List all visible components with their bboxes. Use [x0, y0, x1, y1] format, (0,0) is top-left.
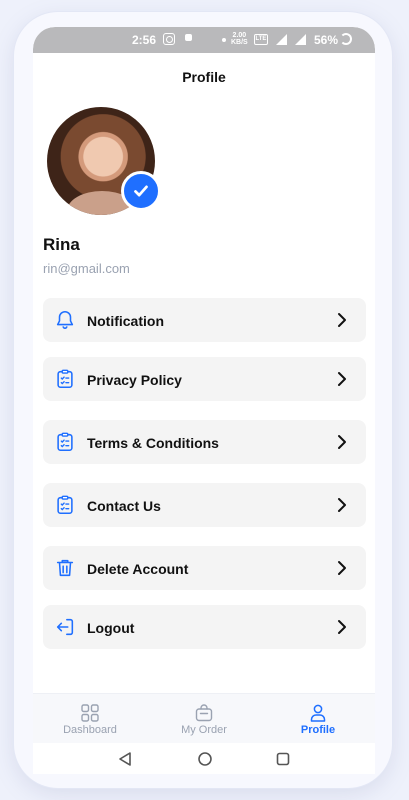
logout-icon [56, 618, 74, 636]
home-icon[interactable] [197, 751, 213, 767]
recents-icon[interactable] [275, 751, 291, 767]
tab-profile[interactable]: Profile [261, 694, 375, 744]
chevron-right-icon [338, 435, 346, 449]
instagram-notification-icon [163, 33, 175, 45]
verified-badge-icon [121, 171, 161, 211]
back-icon[interactable] [117, 751, 133, 767]
network-speed: 2.00 KB/S [231, 32, 248, 46]
battery-icon [340, 33, 352, 45]
menu-item-label: Logout [87, 620, 135, 636]
menu-item-notification[interactable]: Notification [43, 298, 366, 342]
menu-item-label: Terms & Conditions [87, 435, 219, 451]
chevron-right-icon [338, 313, 346, 327]
menu-item-label: Delete Account [87, 561, 189, 577]
dot-icon [222, 38, 226, 42]
chevron-right-icon [338, 620, 346, 634]
tab-dashboard[interactable]: Dashboard [33, 694, 147, 744]
menu-item-label: Privacy Policy [87, 372, 182, 388]
menu-item-label: Contact Us [87, 498, 161, 514]
volte-icon: LTE [254, 34, 268, 45]
tab-label: My Order [181, 724, 227, 736]
status-time: 2:56 [132, 33, 157, 47]
app-screen: 2:56 2.00 KB/S LTE 56% Profile Rina rin@g… [33, 27, 375, 774]
menu-item-label: Notification [87, 313, 164, 329]
battery-percent: 56% [314, 33, 339, 47]
clipboard-list-icon [57, 495, 73, 515]
trash-icon [56, 559, 74, 577]
menu-item-logout[interactable]: Logout [43, 605, 366, 649]
grid-icon [81, 704, 99, 722]
signal-icon-2 [295, 34, 306, 45]
clipboard-list-icon [57, 369, 73, 389]
menu-item-contact-us[interactable]: Contact Us [43, 483, 366, 527]
menu-item-delete-account[interactable]: Delete Account [43, 546, 366, 590]
profile-email: rin@gmail.com [43, 261, 130, 276]
app-notification-icon [185, 34, 192, 41]
profile-name: Rina [43, 235, 80, 254]
chevron-right-icon [338, 561, 346, 575]
chevron-right-icon [338, 372, 346, 386]
bottom-tab-bar: Dashboard My Order Profile [33, 693, 375, 743]
menu-item-terms-conditions[interactable]: Terms & Conditions [43, 420, 366, 464]
page-title: Profile [182, 69, 226, 85]
clipboard-list-icon [57, 432, 73, 452]
chevron-right-icon [338, 498, 346, 512]
tab-label: Profile [300, 724, 336, 736]
status-bar: 2:56 2.00 KB/S LTE 56% [33, 27, 375, 53]
user-icon [310, 704, 326, 722]
tab-my-order[interactable]: My Order [147, 694, 261, 744]
tab-label: Dashboard [63, 724, 117, 736]
bell-icon [56, 310, 74, 330]
menu-item-privacy-policy[interactable]: Privacy Policy [43, 357, 366, 401]
android-nav-bar [33, 743, 375, 774]
signal-icon [276, 34, 287, 45]
bag-icon [195, 704, 213, 722]
